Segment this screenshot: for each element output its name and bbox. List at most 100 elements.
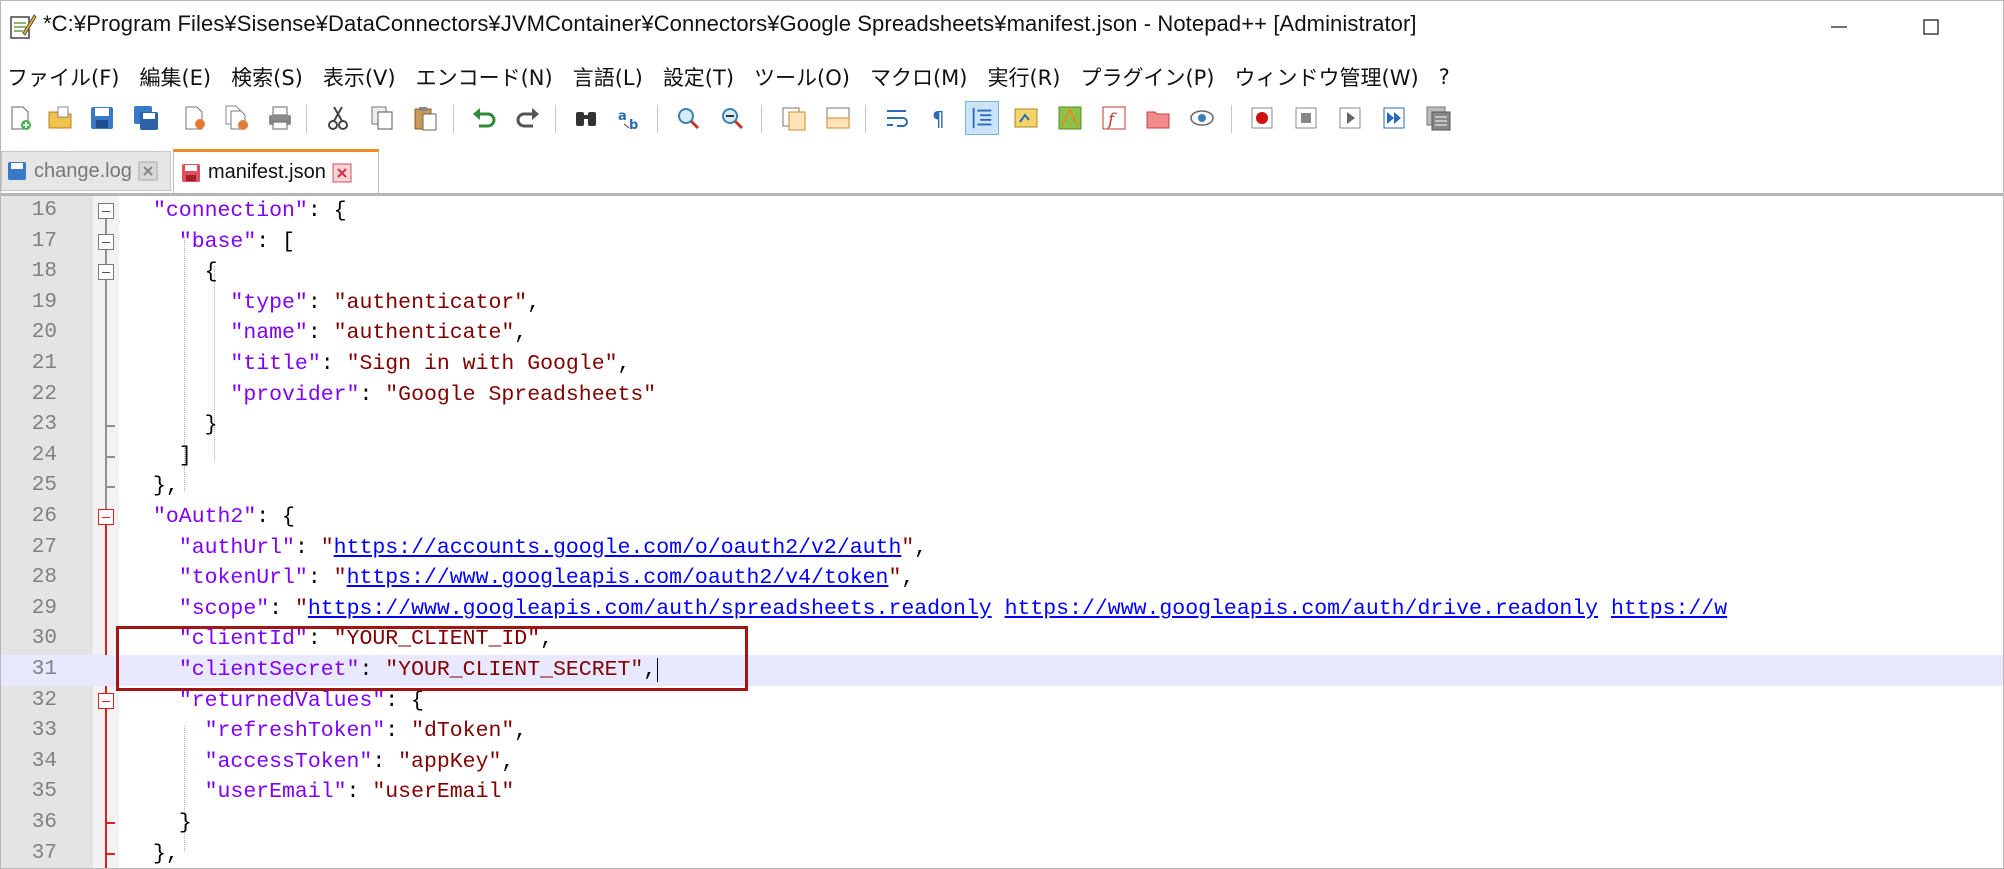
line-number: 16 bbox=[31, 199, 57, 222]
code-text: "userEmail": "userEmail" bbox=[204, 780, 515, 805]
cut-button[interactable] bbox=[321, 101, 355, 135]
redo-button[interactable] bbox=[511, 101, 545, 135]
url-link[interactable]: https://www.googleapis.com/auth/drive.re… bbox=[1005, 597, 1599, 621]
code-line[interactable]: 24 ] bbox=[1, 441, 2003, 472]
menu-settings[interactable]: 設定(T) bbox=[657, 62, 748, 92]
code-text: } bbox=[204, 413, 218, 438]
code-line[interactable]: 26 "oAuth2": { bbox=[1, 502, 2003, 533]
url-link[interactable]: https://w bbox=[1611, 597, 1727, 621]
replace-button[interactable]: ab bbox=[613, 101, 647, 135]
tab-change-log[interactable]: change.log bbox=[1, 151, 171, 191]
code-line[interactable]: 22 "provider": "Google Spreadsheets" bbox=[1, 380, 2003, 411]
tab-label: change.log bbox=[34, 159, 132, 182]
new-file-button[interactable] bbox=[3, 101, 37, 135]
url-link[interactable]: https://www.googleapis.com/auth/spreadsh… bbox=[308, 597, 992, 621]
copy-button[interactable] bbox=[365, 101, 399, 135]
menu-macro[interactable]: マクロ(M) bbox=[864, 62, 982, 92]
code-line[interactable]: 33 "refreshToken": "dToken", bbox=[1, 716, 2003, 747]
run-macro-multiple-button[interactable] bbox=[1377, 101, 1411, 135]
save-icon bbox=[91, 107, 113, 129]
line-number: 35 bbox=[31, 780, 57, 804]
close-all-icon bbox=[225, 105, 248, 130]
menu-view[interactable]: 表示(V) bbox=[317, 62, 410, 92]
paste-button[interactable] bbox=[409, 101, 443, 135]
open-file-button[interactable] bbox=[43, 101, 77, 135]
close-all-button[interactable] bbox=[219, 101, 253, 135]
code-text: "refreshToken": "dToken", bbox=[204, 719, 528, 744]
menu-plugins[interactable]: プラグイン(P) bbox=[1074, 62, 1228, 92]
save-macro-button[interactable] bbox=[1421, 101, 1455, 135]
menu-help[interactable]: ? bbox=[1433, 65, 1464, 89]
code-line[interactable]: 18 { bbox=[1, 257, 2003, 288]
function-list-button[interactable]: f bbox=[1097, 101, 1131, 135]
code-line[interactable]: 27 "authUrl": "https://accounts.google.c… bbox=[1, 533, 2003, 564]
code-line[interactable]: 16 "connection": { bbox=[1, 196, 2003, 227]
save-all-button[interactable] bbox=[129, 101, 163, 135]
udl-button[interactable] bbox=[1009, 101, 1043, 135]
indent-guide-button[interactable] bbox=[965, 101, 999, 135]
code-line[interactable]: 35 "userEmail": "userEmail" bbox=[1, 777, 2003, 808]
save-button[interactable] bbox=[85, 101, 119, 135]
line-number: 22 bbox=[31, 382, 57, 406]
code-text: "provider": "Google Spreadsheets" bbox=[230, 382, 657, 407]
print-button[interactable] bbox=[263, 101, 297, 135]
sync-horizontal-button[interactable] bbox=[821, 101, 855, 135]
code-line[interactable]: 36 } bbox=[1, 808, 2003, 839]
minimize-button[interactable] bbox=[1793, 1, 1885, 53]
menu-file[interactable]: ファイル(F) bbox=[1, 62, 133, 92]
sync-vertical-button[interactable] bbox=[777, 101, 811, 135]
udl-icon bbox=[1014, 108, 1038, 128]
code-line[interactable]: 34 "accessToken": "appKey", bbox=[1, 747, 2003, 778]
line-number: 29 bbox=[31, 596, 57, 620]
toolbar-separator bbox=[761, 105, 762, 133]
menu-window[interactable]: ウィンドウ管理(W) bbox=[1229, 62, 1433, 92]
open-file-icon bbox=[48, 106, 72, 129]
menu-tools[interactable]: ツール(O) bbox=[748, 62, 864, 92]
show-all-chars-button[interactable]: ¶ bbox=[923, 101, 957, 135]
cut-icon bbox=[328, 106, 348, 130]
code-line[interactable]: 17 "base": [ bbox=[1, 227, 2003, 258]
zoom-out-icon bbox=[722, 108, 744, 130]
menu-language[interactable]: 言語(L) bbox=[567, 62, 657, 92]
maximize-button[interactable] bbox=[1885, 1, 1977, 53]
unsaved-file-icon bbox=[182, 163, 200, 182]
zoom-out-button[interactable] bbox=[715, 101, 749, 135]
notepadpp-window: *C:¥Program Files¥Sisense¥DataConnectors… bbox=[0, 0, 2004, 869]
word-wrap-button[interactable] bbox=[881, 101, 915, 135]
record-macro-icon bbox=[1251, 107, 1273, 129]
close-icon[interactable] bbox=[332, 163, 352, 183]
url-link[interactable]: https://accounts.google.com/o/oauth2/v2/… bbox=[334, 536, 902, 560]
close-button[interactable] bbox=[177, 101, 211, 135]
code-line[interactable]: 28 "tokenUrl": "https://www.googleapis.c… bbox=[1, 563, 2003, 594]
editor-area[interactable]: 16 "connection": { 17 "base": [ 18 { 19 … bbox=[1, 196, 2003, 868]
url-link[interactable]: https://www.googleapis.com/oauth2/v4/tok… bbox=[347, 566, 889, 590]
window-title: *C:¥Program Files¥Sisense¥DataConnectors… bbox=[43, 11, 1417, 36]
stop-macro-button[interactable] bbox=[1289, 101, 1323, 135]
code-line[interactable]: 21 "title": "Sign in with Google", bbox=[1, 349, 2003, 380]
document-map-button[interactable] bbox=[1053, 101, 1087, 135]
code-line[interactable]: 20 "name": "authenticate", bbox=[1, 318, 2003, 349]
close-icon[interactable] bbox=[138, 161, 158, 181]
code-line[interactable]: 29 "scope": "https://www.googleapis.com/… bbox=[1, 594, 2003, 625]
code-line[interactable]: 25 }, bbox=[1, 471, 2003, 502]
undo-button[interactable] bbox=[467, 101, 501, 135]
line-number: 26 bbox=[31, 505, 57, 528]
monitoring-button[interactable] bbox=[1185, 101, 1219, 135]
record-macro-button[interactable] bbox=[1245, 101, 1279, 135]
zoom-in-icon bbox=[678, 108, 700, 130]
menu-edit[interactable]: 編集(E) bbox=[133, 62, 225, 92]
menu-run[interactable]: 実行(R) bbox=[981, 62, 1074, 92]
find-button[interactable] bbox=[569, 101, 603, 135]
folder-workspace-button[interactable] bbox=[1141, 101, 1175, 135]
undo-icon bbox=[473, 108, 496, 128]
code-line[interactable]: 19 "type": "authenticator", bbox=[1, 288, 2003, 319]
tab-manifest-json[interactable]: manifest.json bbox=[173, 149, 379, 193]
line-number: 33 bbox=[31, 719, 57, 743]
stop-macro-icon bbox=[1295, 107, 1317, 129]
menu-encoding[interactable]: エンコード(N) bbox=[410, 62, 567, 92]
zoom-in-button[interactable] bbox=[671, 101, 705, 135]
menu-search[interactable]: 検索(S) bbox=[225, 62, 317, 92]
code-line[interactable]: 23 } bbox=[1, 410, 2003, 441]
play-macro-button[interactable] bbox=[1333, 101, 1367, 135]
code-line[interactable]: 37 }, bbox=[1, 839, 2003, 868]
